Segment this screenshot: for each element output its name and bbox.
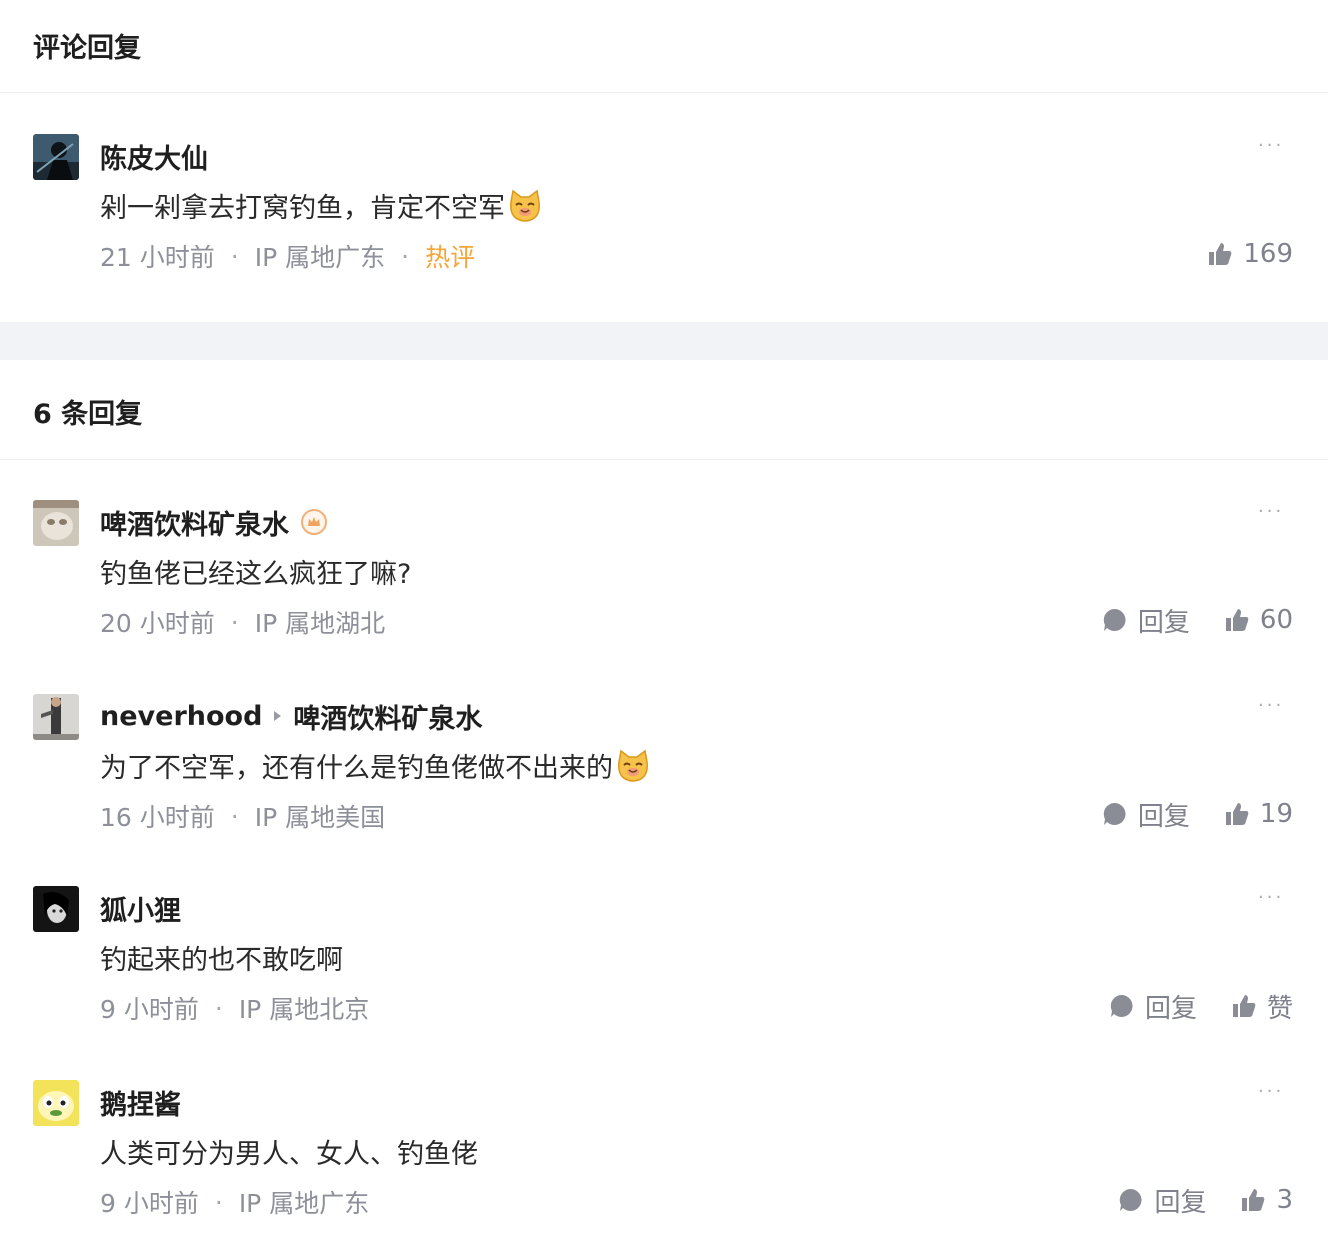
comment-body: 钓起来的也不敢吃啊	[100, 945, 343, 976]
reply-item: 鹅捏酱 ··· 人类可分为男人、女人、钓鱼佬 9 小时前 · IP 属地广东 回…	[0, 1080, 1328, 1230]
comment-time: 9 小时前	[100, 995, 199, 1024]
comment-actions: 回复 赞	[1109, 988, 1293, 1024]
avatar[interactable]	[33, 886, 79, 932]
ip-location: IP 属地北京	[238, 995, 370, 1024]
comment-meta: 9 小时前 · IP 属地广东	[100, 1184, 369, 1220]
like-button[interactable]: 赞	[1231, 988, 1293, 1025]
user-name[interactable]: 啤酒饮料矿泉水	[100, 503, 289, 542]
section-divider	[0, 322, 1328, 360]
avatar[interactable]	[33, 500, 79, 546]
chat-bubble-icon	[1109, 993, 1135, 1019]
comment-actions: 169	[1207, 236, 1293, 272]
reply-label: 回复	[1154, 1187, 1207, 1218]
ip-location: IP 属地广东	[238, 1189, 370, 1218]
comment-text: 剁一剁拿去打窝钓鱼，肯定不空军	[100, 186, 543, 225]
separator: ·	[214, 1187, 223, 1217]
comment-time: 21 小时前	[100, 243, 215, 272]
hot-tag: 热评	[425, 243, 476, 272]
user-name[interactable]: neverhood	[100, 701, 262, 732]
comment-text: 为了不空军，还有什么是钓鱼佬做不出来的	[100, 746, 651, 785]
comment-time: 9 小时前	[100, 1189, 199, 1218]
comment-actions: 回复 60	[1102, 602, 1293, 638]
like-count: 3	[1276, 1185, 1293, 1215]
avatar[interactable]	[33, 1080, 79, 1126]
separator: ·	[214, 993, 223, 1023]
comment-meta: 21 小时前 · IP 属地广东 · 热评	[100, 238, 475, 274]
like-count: 19	[1259, 799, 1293, 829]
comment-meta: 16 小时前 · IP 属地美国	[100, 798, 385, 834]
reply-label: 回复	[1137, 607, 1190, 638]
comment-time: 20 小时前	[100, 609, 215, 638]
thumbs-up-icon	[1207, 241, 1233, 267]
like-count: 60	[1259, 605, 1293, 635]
reply-button[interactable]: 回复	[1118, 1182, 1206, 1219]
cat-face-icon	[507, 188, 543, 224]
comment-text: 人类可分为男人、女人、钓鱼佬	[100, 1132, 478, 1171]
user-name[interactable]: 陈皮大仙	[100, 137, 208, 176]
comment-actions: 回复 19	[1102, 796, 1293, 832]
reply-to-user[interactable]: 啤酒饮料矿泉水	[293, 697, 482, 736]
comment-body: 为了不空军，还有什么是钓鱼佬做不出来的	[100, 753, 613, 784]
main-comment: 陈皮大仙 ··· 剁一剁拿去打窝钓鱼，肯定不空军 21 小时前 · IP 属地广…	[0, 134, 1328, 284]
ip-location: IP 属地广东	[254, 243, 386, 272]
user-name[interactable]: 狐小狸	[100, 889, 181, 928]
reply-button[interactable]: 回复	[1109, 988, 1197, 1025]
like-button[interactable]: 60	[1224, 605, 1293, 635]
reply-item: neverhood 啤酒饮料矿泉水 ··· 为了不空军，还有什么是钓鱼佬做不出来…	[0, 694, 1328, 844]
like-count: 赞	[1266, 993, 1293, 1024]
divider	[0, 459, 1328, 460]
more-icon[interactable]: ···	[1258, 1082, 1290, 1102]
avatar[interactable]	[33, 134, 79, 180]
comment-text: 钓鱼佬已经这么疯狂了嘛?	[100, 552, 411, 591]
more-icon[interactable]: ···	[1258, 696, 1290, 716]
comment-body: 人类可分为男人、女人、钓鱼佬	[100, 1139, 478, 1170]
like-count: 169	[1243, 239, 1293, 269]
comment-time: 16 小时前	[100, 803, 215, 832]
page-header: 评论回复	[0, 0, 1328, 93]
replies-count-title: 6 条回复	[33, 399, 143, 430]
separator: ·	[401, 241, 410, 271]
comment-body: 剁一剁拿去打窝钓鱼，肯定不空军	[100, 193, 505, 224]
chat-bubble-icon	[1118, 1187, 1144, 1213]
separator: ·	[230, 801, 239, 831]
avatar[interactable]	[33, 694, 79, 740]
like-button[interactable]: 19	[1224, 799, 1293, 829]
thumbs-up-icon	[1224, 801, 1250, 827]
reply-button[interactable]: 回复	[1102, 796, 1190, 833]
reply-label: 回复	[1144, 993, 1197, 1024]
separator: ·	[230, 607, 239, 637]
thumbs-up-icon	[1240, 1187, 1266, 1213]
chat-bubble-icon	[1102, 801, 1128, 827]
comment-body: 钓鱼佬已经这么疯狂了嘛?	[100, 559, 412, 590]
reply-item: 狐小狸 ··· 钓起来的也不敢吃啊 9 小时前 · IP 属地北京 回复 赞	[0, 886, 1328, 1036]
reply-button[interactable]: 回复	[1102, 602, 1190, 639]
chat-bubble-icon	[1102, 607, 1128, 633]
reply-item: 啤酒饮料矿泉水 ··· 钓鱼佬已经这么疯狂了嘛? 20 小时前 · IP 属地湖…	[0, 500, 1328, 650]
reply-label: 回复	[1137, 801, 1190, 832]
like-button[interactable]: 169	[1207, 239, 1293, 269]
reply-arrow-icon	[274, 711, 282, 721]
ip-location: IP 属地美国	[254, 803, 386, 832]
user-name[interactable]: 鹅捏酱	[100, 1083, 181, 1122]
more-icon[interactable]: ···	[1258, 136, 1290, 156]
more-icon[interactable]: ···	[1258, 888, 1290, 908]
crown-badge-icon	[301, 509, 327, 535]
cat-face-icon	[615, 748, 651, 784]
comment-meta: 9 小时前 · IP 属地北京	[100, 990, 369, 1026]
more-icon[interactable]: ···	[1258, 502, 1290, 522]
thumbs-up-icon	[1231, 993, 1257, 1019]
ip-location: IP 属地湖北	[254, 609, 386, 638]
thumbs-up-icon	[1224, 607, 1250, 633]
like-button[interactable]: 3	[1240, 1185, 1293, 1215]
page-title: 评论回复	[33, 33, 141, 64]
comment-text: 钓起来的也不敢吃啊	[100, 938, 343, 977]
comment-actions: 回复 3	[1118, 1182, 1293, 1218]
separator: ·	[230, 241, 239, 271]
comment-meta: 20 小时前 · IP 属地湖北	[100, 604, 385, 640]
